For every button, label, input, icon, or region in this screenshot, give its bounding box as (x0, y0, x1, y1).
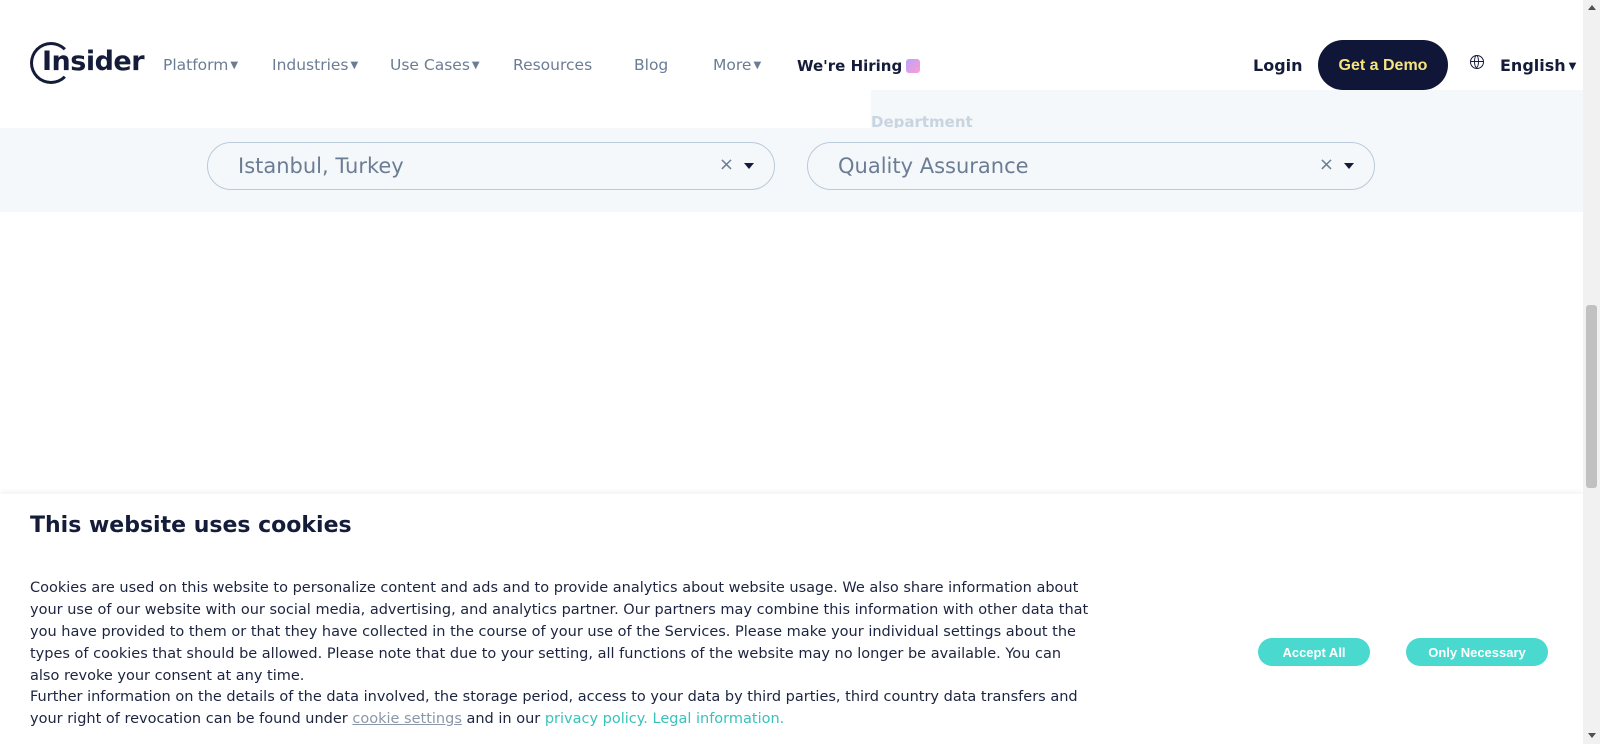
nav-resources[interactable]: Resources (513, 56, 592, 74)
nav-industries-label: Industries (272, 56, 349, 74)
nav-platform-label: Platform (163, 56, 229, 74)
insider-logo[interactable]: Insider (30, 40, 145, 90)
scroll-up-arrow-icon[interactable] (1588, 5, 1596, 10)
chevron-down-icon: ▼ (230, 60, 239, 71)
logo-text: Insider (42, 46, 145, 77)
page-scrollbar[interactable] (1583, 0, 1600, 744)
location-chevron-down-icon[interactable] (744, 163, 754, 169)
unicorn-icon (906, 59, 921, 73)
location-select[interactable]: Istanbul, Turkey × (207, 142, 775, 190)
nav-use-cases-label: Use Cases (390, 56, 470, 74)
hiring-link[interactable]: We're Hiring (797, 57, 921, 75)
only-necessary-button[interactable]: Only Necessary (1406, 638, 1548, 666)
language-selector[interactable]: English ▼ (1500, 56, 1576, 75)
nav-more-label: More (713, 56, 752, 74)
location-clear-icon[interactable]: × (719, 154, 734, 175)
legal-information-link[interactable]: Legal information. (653, 711, 785, 727)
location-value: Istanbul, Turkey (238, 154, 404, 178)
scrollbar-thumb[interactable] (1586, 305, 1597, 488)
get-a-demo-button[interactable]: Get a Demo (1318, 40, 1448, 90)
nav-platform[interactable]: Platform ▼ (163, 56, 238, 74)
department-chevron-down-icon[interactable] (1344, 163, 1354, 169)
login-link[interactable]: Login (1253, 56, 1303, 75)
nav-blog[interactable]: Blog (634, 56, 668, 74)
chevron-down-icon: ▼ (350, 60, 359, 71)
nav-industries[interactable]: Industries ▼ (272, 56, 358, 74)
nav-resources-label: Resources (513, 56, 593, 74)
privacy-policy-link[interactable]: privacy policy. (545, 711, 648, 727)
site-header: Insider Platform ▼ Industries ▼ Use Cases ▼… (0, 0, 1583, 90)
chevron-down-icon: ▼ (471, 60, 480, 71)
cookie-description: Cookies are used on this website to pers… (30, 580, 1089, 684)
nav-more[interactable]: More ▼ (713, 56, 761, 74)
cookie-banner-title: This website uses cookies (30, 513, 352, 538)
department-select[interactable]: Quality Assurance × (807, 142, 1375, 190)
department-value: Quality Assurance (838, 154, 1029, 178)
accept-all-button[interactable]: Accept All (1258, 638, 1370, 666)
department-filter-area (871, 90, 1583, 128)
chevron-down-icon: ▼ (1568, 61, 1577, 72)
chevron-down-icon: ▼ (753, 60, 762, 71)
hiring-label: We're Hiring (797, 57, 903, 75)
globe-icon[interactable] (1470, 55, 1484, 69)
scroll-down-arrow-icon[interactable] (1588, 733, 1596, 738)
cookie-further-info-middle: and in our (466, 711, 541, 727)
language-label: English (1500, 56, 1566, 75)
nav-blog-label: Blog (634, 56, 669, 74)
nav-use-cases[interactable]: Use Cases ▼ (390, 56, 480, 74)
department-clear-icon[interactable]: × (1319, 154, 1334, 175)
cookie-further-info: Further information on the details of th… (30, 686, 1090, 730)
cookie-banner: This website uses cookies Cookies are us… (0, 494, 1583, 744)
cookie-settings-link[interactable]: cookie settings (352, 711, 462, 727)
